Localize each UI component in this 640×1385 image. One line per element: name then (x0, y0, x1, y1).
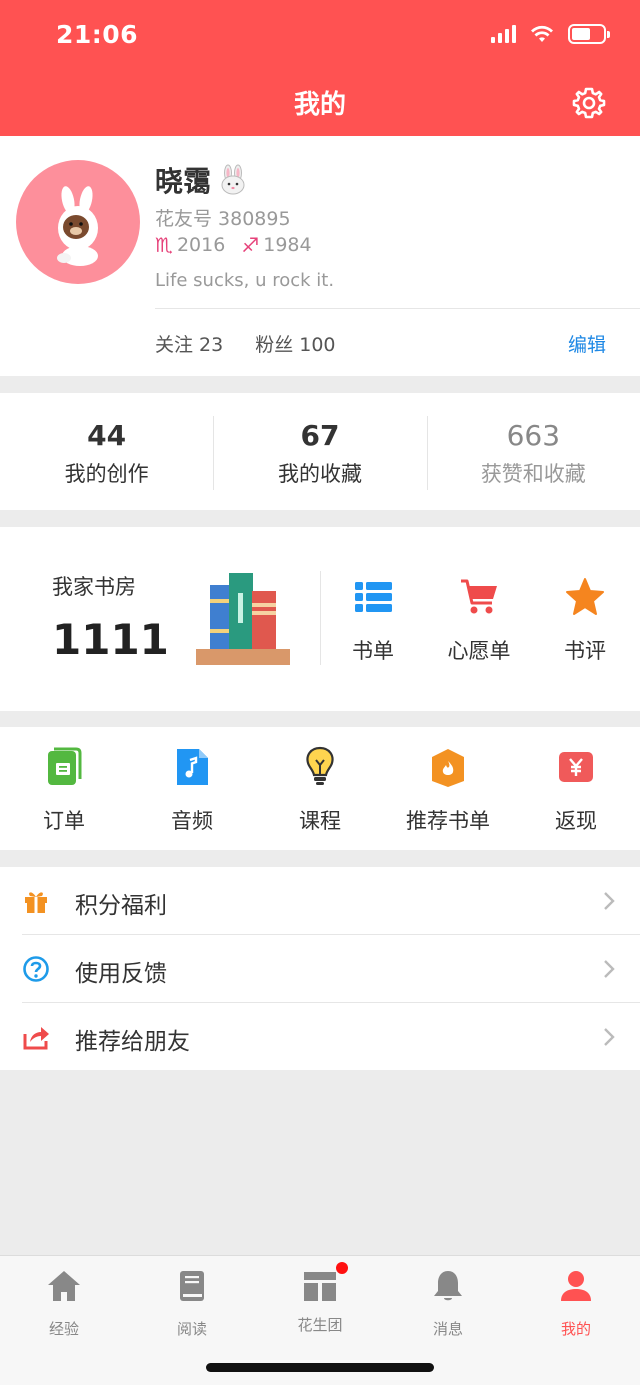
profile-divider (155, 308, 640, 309)
book-list-button[interactable]: 书单 (318, 577, 428, 665)
courses-button[interactable]: 课程 (256, 745, 384, 835)
services-row: 订单 音频 课程 推荐书单 返现 (0, 727, 640, 850)
follow-stats: 关注 23 粉丝 100 (155, 330, 336, 357)
stat-likes[interactable]: 663 获赞和收藏 (426, 415, 640, 490)
nickname: 晓霭 (155, 160, 249, 200)
cashback-button[interactable]: 返现 (512, 745, 640, 835)
followers-count[interactable]: 粉丝 100 (255, 330, 335, 357)
gift-icon (25, 892, 47, 913)
status-icons (491, 24, 610, 44)
chevron-right-icon (604, 1028, 615, 1046)
user-icon (561, 1271, 591, 1301)
chevron-right-icon (604, 960, 615, 978)
page-title: 我的 (293, 90, 346, 120)
tab-label: 经验 (48, 1320, 79, 1338)
question-icon (23, 956, 49, 982)
audio-button[interactable]: 音频 (128, 745, 256, 835)
book-review-button[interactable]: 书评 (530, 577, 640, 665)
user-id: 花友号 380895 (155, 208, 291, 230)
audio-file-icon (177, 749, 208, 785)
stat-label: 我的收藏 (277, 461, 362, 486)
profile-card: 晓霭 花友号 380895 ♏ 2016 ♐ 1984 Life sucks, … (0, 136, 640, 376)
zodiac-row: ♏ 2016 ♐ 1984 (155, 233, 312, 257)
tab-label: 阅读 (176, 1320, 207, 1338)
order-icon (48, 747, 82, 785)
menu-item-label: 积分福利 (75, 893, 167, 919)
bunny-avatar-icon (57, 186, 98, 266)
menu-item-label: 使用反馈 (75, 961, 167, 987)
sagittarius-icon: ♐ (241, 233, 260, 257)
star-icon (566, 578, 604, 615)
settings-gear-icon[interactable] (572, 86, 606, 120)
menu-item-label: 推荐给朋友 (75, 1029, 190, 1055)
list-icon (355, 582, 392, 612)
home-icon (48, 1271, 80, 1301)
recommended-lists-label: 推荐书单 (406, 809, 490, 833)
orders-button[interactable]: 订单 (0, 745, 128, 835)
orders-label: 订单 (43, 809, 85, 833)
book-review-label: 书评 (564, 639, 606, 663)
stats-bar: 44 我的创作 67 我的收藏 663 获赞和收藏 (0, 393, 640, 510)
stat-creations[interactable]: 44 我的创作 (0, 416, 213, 488)
stat-label: 我的创作 (64, 461, 149, 486)
header: 21:06 我的 (0, 0, 640, 136)
stat-value: 663 (506, 418, 561, 452)
zodiac-sagittarius: ♐ 1984 (241, 233, 311, 257)
lightbulb-icon (306, 746, 334, 785)
tab-experience[interactable]: 经验 (0, 1268, 128, 1339)
study-room-count[interactable]: 1111 (52, 615, 169, 664)
group-icon-wrap (302, 1262, 348, 1304)
yen-icon (559, 752, 593, 782)
wishlist-button[interactable]: 心愿单 (424, 577, 534, 665)
stat-label: 获赞和收藏 (480, 461, 586, 486)
avatar[interactable] (16, 160, 140, 284)
bookshelf-icon[interactable] (196, 571, 292, 667)
cashback-label: 返现 (555, 809, 597, 833)
bunny-emoji-icon (221, 164, 245, 195)
courses-label: 课程 (299, 809, 341, 833)
hot-icon (432, 749, 464, 787)
tab-reading[interactable]: 阅读 (128, 1268, 256, 1339)
group-icon (304, 1272, 336, 1301)
zodiac-sagittarius-year: 1984 (263, 234, 312, 256)
chevron-right-icon (604, 892, 615, 910)
zodiac-scorpio: ♏ 2016 (155, 233, 225, 257)
tab-label: 消息 (432, 1320, 463, 1338)
study-room-label[interactable]: 我家书房 (52, 571, 136, 601)
home-indicator[interactable] (206, 1363, 434, 1372)
signal-icon (491, 25, 516, 43)
cart-icon (461, 579, 497, 614)
tab-mine[interactable]: 我的 (512, 1268, 640, 1339)
motto: Life sucks, u rock it. (155, 270, 335, 291)
notification-dot (336, 1262, 348, 1274)
stat-value: 44 (87, 418, 127, 452)
stat-favorites[interactable]: 67 我的收藏 (213, 415, 426, 490)
settings-menu: 积分福利 使用反馈 推荐给朋友 (0, 867, 640, 1070)
tab-label: 我的 (560, 1320, 591, 1338)
recommended-lists-button[interactable]: 推荐书单 (384, 745, 512, 835)
wishlist-label: 心愿单 (447, 639, 511, 663)
tab-label: 花生团 (297, 1316, 343, 1334)
tab-peanut-group[interactable]: 花生团 (256, 1262, 384, 1335)
battery-icon (568, 24, 610, 44)
nickname-text: 晓霭 (155, 165, 212, 198)
wifi-icon (531, 25, 553, 42)
menu-item-feedback[interactable]: 使用反馈 (0, 935, 640, 1003)
menu-item-points[interactable]: 积分福利 (0, 867, 640, 935)
edit-profile-button[interactable]: 编辑 (568, 330, 606, 357)
scorpio-icon: ♏ (155, 233, 173, 257)
status-time: 21:06 (56, 20, 139, 49)
audio-label: 音频 (171, 809, 213, 833)
book-icon (180, 1271, 204, 1301)
following-count[interactable]: 关注 23 (155, 330, 223, 357)
study-room-card: 我家书房 1111 书单 心愿单 书评 (0, 527, 640, 711)
stat-value: 67 (300, 418, 340, 452)
share-icon (23, 1027, 49, 1050)
book-list-label: 书单 (352, 639, 394, 663)
menu-item-share[interactable]: 推荐给朋友 (0, 1003, 640, 1071)
bell-icon (434, 1271, 462, 1301)
tab-messages[interactable]: 消息 (384, 1268, 512, 1339)
zodiac-scorpio-year: 2016 (176, 234, 226, 256)
